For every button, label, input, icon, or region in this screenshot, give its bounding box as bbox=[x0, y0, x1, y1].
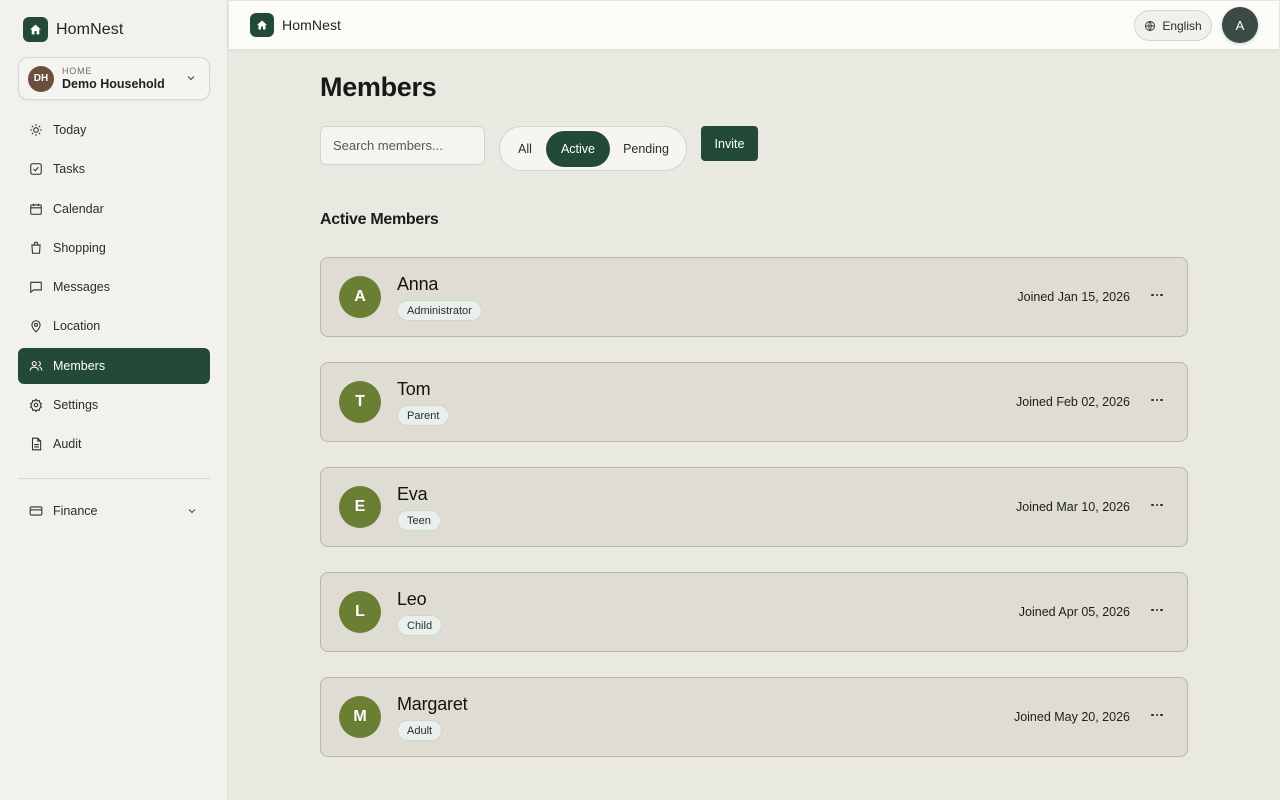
sidebar-item-label: Audit bbox=[53, 437, 82, 452]
member-avatar: L bbox=[339, 591, 381, 633]
member-name: Anna bbox=[397, 274, 439, 294]
map-pin-icon bbox=[31, 320, 41, 334]
more-options-icon[interactable] bbox=[1148, 705, 1166, 725]
member-joined-date: Joined Mar 10, 2026 bbox=[1016, 500, 1130, 514]
member-role-badge: Adult bbox=[397, 720, 443, 741]
member-joined-date: Joined Feb 02, 2026 bbox=[1016, 395, 1130, 409]
member-role-badge: Teen bbox=[397, 510, 441, 531]
home-logo-icon bbox=[23, 17, 48, 42]
sidebar-item-settings[interactable]: Settings bbox=[18, 387, 210, 423]
sidebar-item-audit[interactable]: Audit bbox=[18, 426, 210, 462]
sidebar-item-messages[interactable]: Messages bbox=[18, 269, 210, 305]
sidebar-item-calendar[interactable]: Calendar bbox=[18, 191, 210, 227]
member-card[interactable]: L Leo Child Joined Apr 05, 2026 bbox=[320, 572, 1188, 652]
member-joined-date: Joined May 20, 2026 bbox=[1013, 710, 1130, 724]
sidebar-item-today[interactable]: Today bbox=[18, 112, 210, 148]
calendar-icon bbox=[30, 203, 42, 215]
credit-card-icon bbox=[29, 506, 43, 516]
sidebar-item-label: Messages bbox=[53, 280, 110, 295]
status-filter: All Active Pending bbox=[499, 126, 687, 171]
sidebar-item-label: Members bbox=[53, 358, 106, 373]
household-name: Demo Household bbox=[62, 77, 165, 91]
member-card[interactable]: T Tom Parent Joined Feb 02, 2026 bbox=[320, 362, 1188, 442]
member-role-badge: Administrator bbox=[397, 300, 482, 321]
sidebar-nav: Today Tasks Calendar Shopping Messages L… bbox=[18, 112, 210, 466]
page-title: Members bbox=[320, 72, 437, 102]
sidebar: HomNest DH HOME Demo Household Today Tas… bbox=[0, 0, 228, 800]
more-options-icon[interactable] bbox=[1148, 390, 1166, 410]
sidebar-item-label: Calendar bbox=[53, 201, 104, 216]
language-selector[interactable]: English bbox=[1134, 10, 1212, 41]
members-list: A Anna Administrator Joined Jan 15, 2026… bbox=[320, 257, 1188, 782]
language-label: English bbox=[1162, 18, 1202, 33]
filter-active[interactable]: Active bbox=[546, 130, 610, 167]
member-joined-date: Joined Jan 15, 2026 bbox=[1017, 290, 1130, 304]
sun-icon bbox=[30, 124, 42, 136]
search-input[interactable] bbox=[320, 126, 485, 165]
topbar: HomNest English A bbox=[229, 1, 1279, 50]
sidebar-item-location[interactable]: Location bbox=[18, 308, 210, 344]
sidebar-item-label: Settings bbox=[53, 398, 99, 413]
invite-button[interactable]: Invite bbox=[701, 126, 758, 161]
member-role-badge: Parent bbox=[397, 405, 450, 426]
member-name: Eva bbox=[397, 484, 428, 504]
sidebar-item-label: Location bbox=[53, 319, 101, 334]
gear-icon bbox=[29, 398, 43, 413]
member-card[interactable]: A Anna Administrator Joined Jan 15, 2026 bbox=[320, 257, 1188, 337]
chevron-down-icon bbox=[187, 76, 195, 81]
brand-name: HomNest bbox=[282, 17, 342, 33]
more-options-icon[interactable] bbox=[1148, 495, 1166, 515]
household-label: HOME bbox=[62, 66, 93, 76]
brand-name: HomNest bbox=[56, 20, 124, 38]
sidebar-item-label: Finance bbox=[53, 504, 98, 518]
message-icon bbox=[30, 281, 42, 294]
member-avatar: A bbox=[339, 276, 381, 318]
household-switcher[interactable]: DH HOME Demo Household bbox=[18, 57, 210, 100]
member-avatar: T bbox=[339, 381, 381, 423]
sidebar-item-label: Tasks bbox=[53, 162, 85, 177]
sidebar-item-label: Shopping bbox=[53, 240, 106, 255]
sidebar-item-shopping[interactable]: Shopping bbox=[18, 230, 210, 266]
users-icon bbox=[29, 360, 43, 371]
sidebar-brand[interactable]: HomNest bbox=[23, 17, 123, 42]
member-joined-date: Joined Apr 05, 2026 bbox=[1018, 605, 1130, 619]
more-options-icon[interactable] bbox=[1148, 285, 1166, 305]
chevron-down-icon bbox=[188, 509, 196, 514]
member-name: Leo bbox=[397, 589, 427, 609]
globe-icon bbox=[1145, 20, 1156, 31]
sidebar-item-label: Today bbox=[53, 123, 87, 137]
sidebar-item-members[interactable]: Members bbox=[18, 347, 210, 384]
shopping-bag-icon bbox=[31, 241, 41, 254]
sidebar-item-finance[interactable]: Finance bbox=[18, 493, 210, 529]
member-avatar: M bbox=[339, 696, 381, 738]
user-avatar[interactable]: A bbox=[1222, 7, 1258, 43]
member-avatar: E bbox=[339, 486, 381, 528]
member-role-badge: Child bbox=[397, 615, 443, 636]
more-options-icon[interactable] bbox=[1148, 600, 1166, 620]
checkbox-icon bbox=[30, 163, 42, 176]
household-avatar: DH bbox=[28, 65, 54, 92]
member-name: Tom bbox=[397, 379, 431, 399]
sidebar-item-tasks[interactable]: Tasks bbox=[18, 151, 210, 187]
member-card[interactable]: E Eva Teen Joined Mar 10, 2026 bbox=[320, 467, 1188, 547]
section-title: Active Members bbox=[320, 211, 439, 228]
home-logo-icon bbox=[250, 13, 274, 37]
topbar-brand[interactable]: HomNest bbox=[250, 13, 341, 37]
member-card[interactable]: M Margaret Adult Joined May 20, 2026 bbox=[320, 677, 1188, 757]
filter-pending[interactable]: Pending bbox=[610, 131, 682, 167]
member-name: Margaret bbox=[397, 694, 468, 714]
sidebar-divider bbox=[18, 478, 210, 479]
document-icon bbox=[31, 438, 42, 451]
filter-all[interactable]: All bbox=[504, 131, 546, 167]
